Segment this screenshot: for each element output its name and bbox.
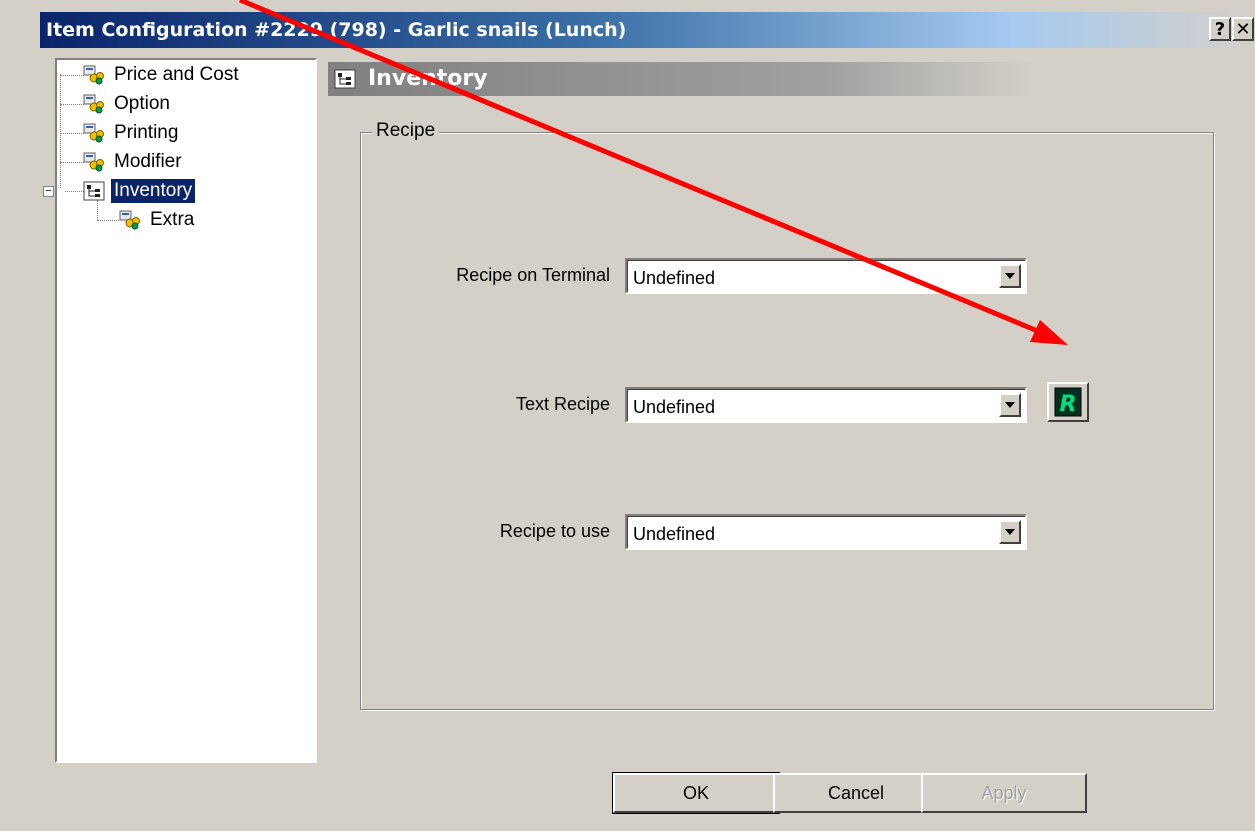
page-header: Inventory: [328, 62, 1033, 96]
dropdown-button[interactable]: [999, 520, 1021, 544]
text-recipe-select[interactable]: Undefined: [625, 387, 1027, 423]
chevron-down-icon: [1005, 529, 1015, 535]
collapse-inventory-toggle[interactable]: −: [43, 186, 54, 197]
gear-group-icon: [119, 210, 140, 230]
dropdown-button[interactable]: [999, 393, 1021, 417]
gear-group-icon: [83, 65, 104, 85]
chevron-down-icon: [1005, 273, 1015, 279]
dropdown-button[interactable]: [999, 264, 1021, 288]
cancel-button[interactable]: Cancel: [773, 773, 939, 813]
tree-item-label: Modifier: [114, 151, 182, 172]
ok-button[interactable]: OK: [612, 772, 780, 814]
select-value: Undefined: [633, 524, 716, 544]
tree-item-extra[interactable]: Extra: [119, 207, 197, 233]
tree-item-option[interactable]: Option: [83, 91, 173, 117]
recipe-on-terminal-select[interactable]: Undefined: [625, 258, 1027, 294]
recipe-on-terminal-label: Recipe on Terminal: [456, 265, 610, 285]
recipe-to-use-label: Recipe to use: [499, 521, 610, 541]
navigation-tree: − Price and Cost Option Printing Modifie…: [43, 58, 317, 763]
tree-item-label: Printing: [114, 122, 179, 143]
gear-group-icon: [83, 123, 104, 143]
text-recipe-edit-button[interactable]: R: [1047, 382, 1089, 422]
tree-item-label: Option: [114, 93, 170, 114]
item-configuration-dialog: Item Configuration #2229 (798) - Garlic …: [0, 0, 1255, 831]
close-button[interactable]: ✕: [1232, 17, 1254, 41]
tree-item-label: Inventory: [111, 179, 196, 203]
recipe-r-icon: R: [1054, 387, 1082, 417]
recipe-to-use-select[interactable]: Undefined: [625, 514, 1027, 550]
hierarchy-icon: [83, 181, 105, 201]
tree-item-label: Extra: [150, 209, 195, 230]
svg-text:R: R: [1060, 392, 1077, 417]
tree-item-inventory[interactable]: Inventory: [83, 178, 196, 204]
tree-item-price-and-cost[interactable]: Price and Cost: [83, 62, 242, 88]
hierarchy-icon: [334, 69, 356, 89]
select-value: Undefined: [633, 397, 716, 417]
select-value: Undefined: [633, 268, 716, 288]
help-button[interactable]: ?: [1209, 17, 1231, 41]
apply-button[interactable]: Apply: [921, 773, 1087, 813]
text-recipe-label: Text Recipe: [515, 394, 610, 414]
page-title: Inventory: [368, 66, 488, 91]
tree-item-modifier[interactable]: Modifier: [83, 149, 185, 175]
gear-group-icon: [83, 94, 104, 114]
window-title: Item Configuration #2229 (798) - Garlic …: [46, 19, 627, 41]
tree-item-printing[interactable]: Printing: [83, 120, 181, 146]
gear-group-icon: [83, 152, 104, 172]
recipe-group-label: Recipe: [372, 120, 440, 142]
chevron-down-icon: [1005, 402, 1015, 408]
title-bar[interactable]: Item Configuration #2229 (798) - Garlic …: [40, 12, 1255, 48]
tree-item-label: Price and Cost: [114, 64, 239, 85]
